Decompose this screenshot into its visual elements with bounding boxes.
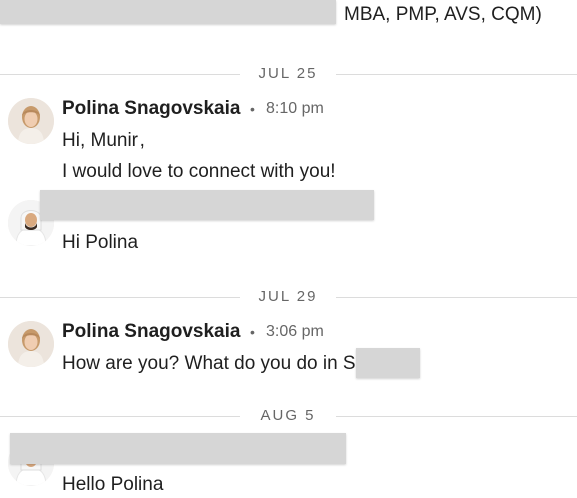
date-divider-label: AUG 5 bbox=[260, 407, 316, 424]
redacted-sender-name bbox=[10, 433, 346, 464]
message-time: 3:06 pm bbox=[266, 323, 324, 340]
date-divider-label: JUL 25 bbox=[258, 65, 318, 82]
date-divider: AUG 5 bbox=[0, 406, 577, 426]
date-divider: JUL 25 bbox=[0, 64, 577, 84]
message-text: I would love to connect with you! bbox=[62, 161, 336, 182]
message-time: 8:10 pm bbox=[266, 100, 324, 117]
redacted-block bbox=[0, 0, 336, 24]
separator-dot: • bbox=[250, 101, 255, 117]
date-divider-label: JUL 29 bbox=[258, 288, 318, 305]
separator-dot: • bbox=[250, 324, 255, 340]
message-text: Hi, Munir , bbox=[62, 130, 145, 151]
message-sender-name[interactable]: Polina Snagovskaia bbox=[62, 321, 240, 343]
message-sender-name[interactable]: Polina Snagovskaia bbox=[62, 98, 240, 120]
avatar[interactable] bbox=[8, 98, 54, 144]
redacted-text bbox=[356, 348, 420, 378]
message-text: Hi Polina bbox=[62, 232, 139, 253]
redacted-sender-name bbox=[40, 190, 374, 220]
date-divider: JUL 29 bbox=[0, 287, 577, 307]
avatar[interactable] bbox=[8, 321, 54, 367]
top-snippet-text: MBA, PMP, AVS, CQM) bbox=[344, 4, 542, 25]
message-text: How are you? What do you do in S bbox=[62, 353, 356, 374]
message-text: Hello Polina bbox=[62, 474, 164, 495]
